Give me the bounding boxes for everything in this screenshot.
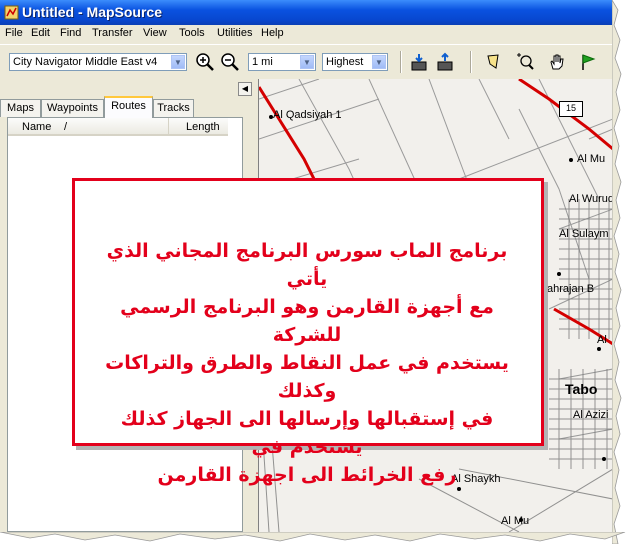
torn-edge-bottom [0, 532, 626, 542]
hand-icon[interactable] [547, 52, 567, 72]
annotation-line: برنامج الماب سورس البرنامج المجاني الذي … [106, 240, 508, 290]
send-to-device-icon[interactable] [436, 52, 456, 72]
column-length-label: Length [186, 121, 220, 133]
toolbar-separator [400, 51, 402, 73]
chevron-down-icon[interactable]: ▼ [171, 55, 185, 69]
menu-edit[interactable]: Edit [31, 27, 50, 39]
zoom-tool-icon[interactable] [515, 52, 535, 72]
tab-tracks[interactable]: Tracks [153, 99, 194, 117]
menu-utilities[interactable]: Utilities [217, 27, 252, 39]
map-label: Al Qadsiyah 1 [273, 109, 342, 121]
zoom-scale-select[interactable]: 1 mi ▼ [248, 53, 316, 71]
map-label: Al Mu [501, 515, 530, 527]
receive-from-device-icon[interactable] [410, 52, 430, 72]
column-header-length[interactable]: Length [168, 118, 228, 136]
torn-edge-right [612, 0, 622, 544]
annotation-line: في إستقبالها وإرسالها الى الجهاز كذلك يس… [120, 408, 494, 458]
sort-indicator-icon: / [64, 121, 68, 133]
collapse-panel-icon[interactable]: ◀ [238, 82, 252, 96]
toolbar-separator [470, 51, 472, 73]
detail-value: Highest [326, 56, 364, 68]
map-product-value: City Navigator Middle East v4 [13, 56, 158, 68]
chevron-down-icon[interactable]: ▼ [300, 55, 314, 69]
menu-transfer[interactable]: Transfer [92, 27, 133, 39]
zoom-in-icon[interactable] [195, 52, 215, 72]
tab-waypoints[interactable]: Waypoints [41, 99, 104, 117]
title-bar[interactable]: Untitled - MapSource [0, 0, 612, 25]
map-label: Al Wurud [569, 193, 612, 205]
app-icon [4, 5, 19, 20]
annotation-overlay: برنامج الماب سورس البرنامج المجاني الذي … [72, 178, 544, 486]
map-label: Tabo [565, 381, 598, 397]
annotation-line: مع أجهزة القارمن وهو البرنامج الرسمي للش… [120, 296, 494, 346]
detail-select[interactable]: Highest ▼ [322, 53, 388, 71]
zoom-out-icon[interactable] [220, 52, 240, 72]
route-shield: 15 [559, 101, 583, 117]
menu-help[interactable]: Help [261, 27, 284, 39]
map-label: ahrajan B [547, 283, 595, 295]
annotation-text: برنامج الماب سورس البرنامج المجاني الذي … [89, 237, 525, 489]
map-product-select[interactable]: City Navigator Middle East v4 ▼ [9, 53, 187, 71]
tab-maps[interactable]: Maps [0, 99, 41, 117]
column-header-name[interactable]: Name / [8, 118, 168, 136]
window-title: Untitled - MapSource [22, 4, 163, 20]
zoom-scale-value: 1 mi [252, 56, 273, 68]
map-label: Al Azizi [573, 409, 609, 421]
column-name-label: Name [22, 121, 52, 133]
flag-icon[interactable] [578, 52, 598, 72]
menu-tools[interactable]: Tools [179, 27, 205, 39]
tab-routes[interactable]: Routes [104, 96, 153, 118]
menu-file[interactable]: File [5, 27, 23, 39]
chevron-down-icon[interactable]: ▼ [372, 55, 386, 69]
map-label: Al [597, 334, 607, 346]
annotation-line: رفع الخرائط الى اجهزة القارمن [157, 464, 457, 486]
menu-bar: File Edit Find Transfer View Tools Utili… [0, 25, 612, 44]
map-label: Al Mu [577, 153, 606, 165]
map-label: Al Sulaym [559, 228, 609, 240]
menu-view[interactable]: View [143, 27, 167, 39]
menu-find[interactable]: Find [60, 27, 81, 39]
toolbar: City Navigator Middle East v4 ▼ 1 mi ▼ H… [0, 44, 612, 80]
map-tool-icon[interactable] [484, 52, 504, 72]
annotation-line: يستخدم في عمل النقاط والطرق والتراكات وك… [105, 352, 509, 402]
